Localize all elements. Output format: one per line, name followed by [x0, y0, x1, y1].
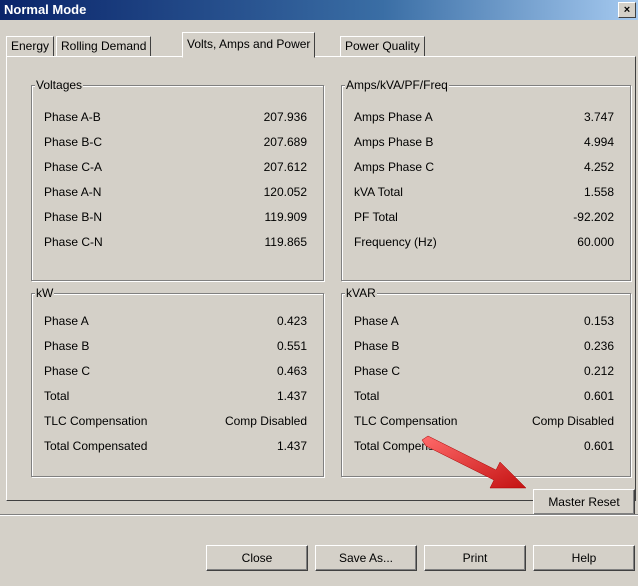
row-label: Phase C-N: [44, 235, 103, 249]
row-value: 0.153: [583, 314, 614, 328]
row-label: PF Total: [354, 210, 398, 224]
row-value: Comp Disabled: [224, 414, 307, 428]
row-value: 1.437: [276, 439, 307, 453]
kw-row: TLC Compensation Comp Disabled: [44, 414, 307, 430]
row-value: 119.865: [264, 235, 308, 249]
row-label: Phase C: [44, 364, 91, 378]
close-icon[interactable]: ×: [618, 2, 636, 18]
kw-title: kW: [35, 286, 55, 300]
row-label: TLC Compensation: [44, 414, 148, 428]
row-label: Amps Phase A: [354, 110, 433, 124]
close-button[interactable]: Close: [206, 545, 308, 571]
amps-row: Frequency (Hz) 60.000: [354, 235, 614, 251]
row-label: Phase A: [44, 314, 89, 328]
row-value: 119.909: [264, 210, 308, 224]
row-label: Frequency (Hz): [354, 235, 437, 249]
row-value: 1.437: [276, 389, 307, 403]
row-value: 60.000: [577, 235, 614, 249]
amps-row: Amps Phase C 4.252: [354, 160, 614, 176]
row-value: 0.601: [583, 389, 614, 403]
row-value: 0.423: [276, 314, 307, 328]
kvar-row: Phase B 0.236: [354, 339, 614, 355]
row-label: Phase B: [354, 339, 400, 353]
red-arrow-icon: [421, 435, 527, 489]
save-as-button[interactable]: Save As...: [315, 545, 417, 571]
voltage-row: Phase C-A 207.612: [44, 160, 307, 176]
row-label: Amps Phase B: [354, 135, 434, 149]
tab-volts-amps-power[interactable]: Volts, Amps and Power: [182, 32, 316, 58]
amps-row: Amps Phase B 4.994: [354, 135, 614, 151]
row-label: Total Compensated: [44, 439, 148, 453]
tab-rolling-demand[interactable]: Rolling Demand: [56, 36, 152, 56]
row-label: Phase B-N: [44, 210, 103, 224]
amps-row: Amps Phase A 3.747: [354, 110, 614, 126]
row-label: TLC Compensation: [354, 414, 458, 428]
voltage-row: Phase A-B 207.936: [44, 110, 307, 126]
row-label: Phase A-B: [44, 110, 101, 124]
kvar-title: kVAR: [345, 286, 377, 300]
voltages-group: Voltages Phase A-B 207.936 Phase B-C 207.6…: [31, 78, 324, 281]
row-label: Total: [354, 389, 380, 403]
voltage-row: Phase B-N 119.909: [44, 210, 307, 226]
amps-title: Amps/kVA/PF/Freq: [345, 78, 449, 92]
amps-row: kVA Total 1.558: [354, 185, 614, 201]
row-value: 1.558: [583, 185, 614, 199]
kvar-row: TLC Compensation Comp Disabled: [354, 414, 614, 430]
kvar-row: Phase A 0.153: [354, 314, 614, 330]
row-value: 0.601: [583, 439, 614, 453]
kw-row: Total 1.437: [44, 389, 307, 405]
row-label: Total: [44, 389, 70, 403]
voltage-row: Phase A-N 120.052: [44, 185, 307, 201]
row-label: kVA Total: [354, 185, 403, 199]
row-value: Comp Disabled: [531, 414, 614, 428]
row-label: Phase B: [44, 339, 90, 353]
title-bar: Normal Mode ×: [0, 0, 638, 20]
kw-row: Phase B 0.551: [44, 339, 307, 355]
row-label: Phase C-A: [44, 160, 103, 174]
kw-row: Total Compensated 1.437: [44, 439, 307, 455]
row-label: Phase A-N: [44, 185, 102, 199]
row-value: 207.936: [263, 110, 307, 124]
row-value: 3.747: [583, 110, 614, 124]
kvar-row: Phase C 0.212: [354, 364, 614, 380]
row-value: 207.612: [263, 160, 307, 174]
tab-power-quality[interactable]: Power Quality: [340, 36, 425, 56]
row-label: Phase A: [354, 314, 399, 328]
window-title: Normal Mode: [4, 2, 87, 17]
row-value: 120.052: [263, 185, 307, 199]
kvar-row: Total 0.601: [354, 389, 614, 405]
help-button[interactable]: Help: [533, 545, 635, 571]
row-label: Phase C: [354, 364, 401, 378]
button-separator: [0, 514, 638, 516]
row-value: 0.212: [583, 364, 614, 378]
row-value: 207.689: [263, 135, 307, 149]
row-label: Amps Phase C: [354, 160, 435, 174]
row-value: 4.994: [583, 135, 614, 149]
master-reset-button[interactable]: Master Reset: [533, 489, 635, 515]
kw-row: Phase C 0.463: [44, 364, 307, 380]
row-value: 0.463: [276, 364, 307, 378]
voltage-row: Phase C-N 119.865: [44, 235, 307, 251]
amps-group: Amps/kVA/PF/Freq Amps Phase A 3.747 Amps …: [341, 78, 631, 281]
row-value: 4.252: [583, 160, 614, 174]
row-value: 0.551: [276, 339, 307, 353]
row-value: -92.202: [573, 210, 614, 224]
voltages-title: Voltages: [35, 78, 84, 92]
voltage-row: Phase B-C 207.689: [44, 135, 307, 151]
tab-energy[interactable]: Energy: [6, 36, 55, 56]
tab-panel: Voltages Phase A-B 207.936 Phase B-C 207.6…: [6, 56, 636, 515]
kw-row: Phase A 0.423: [44, 314, 307, 330]
kw-group: kW Phase A 0.423 Phase B 0.551 Phase C 0.46…: [31, 286, 324, 477]
row-value: 0.236: [583, 339, 614, 353]
row-label: Phase B-C: [44, 135, 103, 149]
print-button[interactable]: Print: [424, 545, 526, 571]
amps-row: PF Total -92.202: [354, 210, 614, 226]
